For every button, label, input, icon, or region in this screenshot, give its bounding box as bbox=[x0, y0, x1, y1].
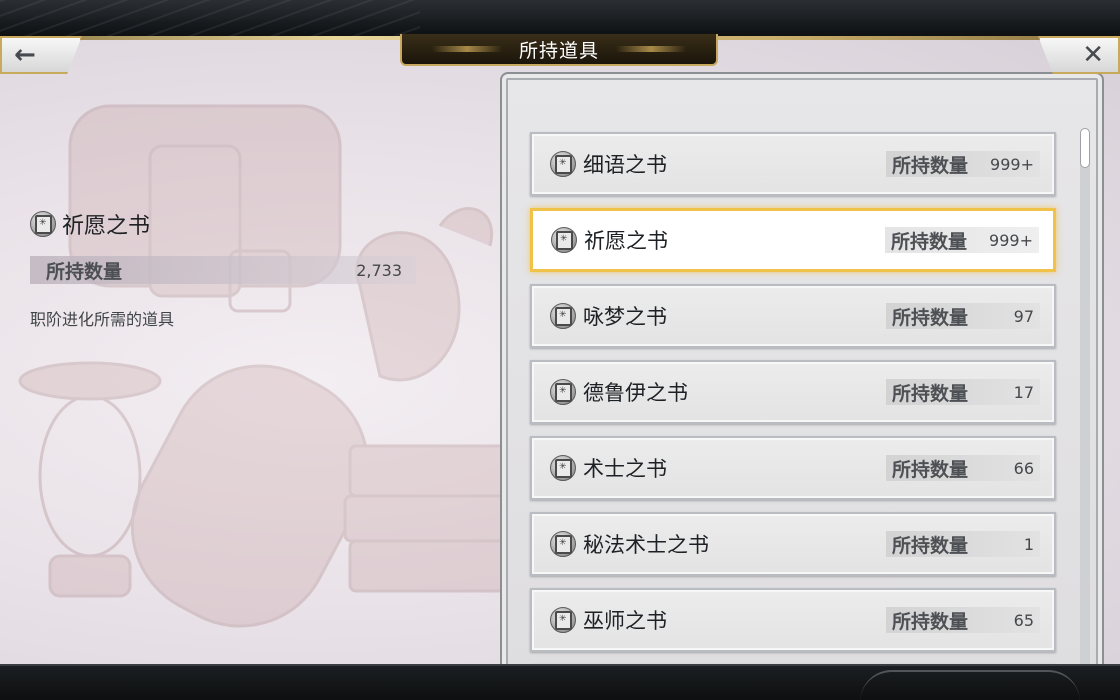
item-row[interactable]: 细语之书 所持数量 999+ bbox=[530, 132, 1056, 196]
main-stage: 祈愿之书 所持数量 2,733 职阶进化所需的道具 细语之书所持数量999+祈愿… bbox=[0, 36, 1120, 664]
detail-quantity-row: 所持数量 2,733 bbox=[30, 256, 416, 284]
item-quantity-label: 所持数量 bbox=[892, 610, 969, 633]
item-name: 术士之书 bbox=[583, 457, 667, 481]
item-name: 德鲁伊之书 bbox=[583, 381, 688, 405]
item-quantity-box: 所持数量 999+ bbox=[885, 227, 1039, 253]
item-quantity-label: 所持数量 bbox=[892, 382, 969, 405]
item-row[interactable]: 祈愿之书 所持数量 999+ bbox=[530, 208, 1056, 272]
item-quantity-label: 所持数量 bbox=[892, 306, 969, 329]
book-icon bbox=[550, 607, 576, 633]
item-quantity-box: 所持数量 999+ bbox=[886, 151, 1040, 177]
detail-header: 祈愿之书 bbox=[30, 208, 422, 240]
item-quantity-label: 所持数量 bbox=[892, 154, 969, 177]
item-name: 巫师之书 bbox=[583, 609, 667, 633]
title-plate: 所持道具 bbox=[400, 34, 718, 66]
item-quantity-value: 65 bbox=[1013, 610, 1034, 630]
item-row[interactable]: 巫师之书 所持数量 65 bbox=[530, 588, 1056, 652]
item-list: 细语之书所持数量999+祈愿之书所持数量999+咏梦之书所持数量97德鲁伊之书所… bbox=[530, 132, 1056, 664]
item-name: 细语之书 bbox=[583, 153, 667, 177]
item-detail-panel: 祈愿之书 所持数量 2,733 职阶进化所需的道具 bbox=[30, 208, 422, 330]
item-quantity-label: 所持数量 bbox=[892, 534, 969, 557]
item-quantity-box: 所持数量 66 bbox=[886, 455, 1040, 481]
item-name: 咏梦之书 bbox=[583, 305, 667, 329]
item-quantity-box: 所持数量 17 bbox=[886, 379, 1040, 405]
scrollbar-thumb[interactable] bbox=[1080, 128, 1090, 168]
item-quantity-label: 所持数量 bbox=[892, 458, 969, 481]
item-list-panel: 细语之书所持数量999+祈愿之书所持数量999+咏梦之书所持数量97德鲁伊之书所… bbox=[500, 72, 1104, 664]
item-quantity-value: 97 bbox=[1013, 306, 1034, 326]
detail-description: 职阶进化所需的道具 bbox=[30, 310, 175, 329]
list-scrollbar[interactable] bbox=[1080, 128, 1090, 664]
item-quantity-value: 66 bbox=[1013, 458, 1034, 478]
item-name: 秘法术士之书 bbox=[583, 533, 709, 557]
detail-quantity-value: 2,733 bbox=[356, 260, 402, 280]
book-icon bbox=[550, 303, 576, 329]
item-row[interactable]: 咏梦之书 所持数量 97 bbox=[530, 284, 1056, 348]
book-icon bbox=[550, 531, 576, 557]
detail-quantity-label: 所持数量 bbox=[46, 260, 123, 283]
item-quantity-value: 999+ bbox=[989, 230, 1033, 250]
item-quantity-value: 17 bbox=[1013, 382, 1034, 402]
item-row[interactable]: 秘法术士之书 所持数量 1 bbox=[530, 512, 1056, 576]
book-icon bbox=[30, 211, 56, 237]
detail-item-name: 祈愿之书 bbox=[62, 214, 151, 239]
item-quantity-value: 1 bbox=[1023, 534, 1034, 554]
bottom-bar bbox=[0, 664, 1120, 700]
back-arrow-icon: ← bbox=[14, 40, 36, 70]
top-bar bbox=[0, 0, 1120, 36]
item-quantity-box: 所持数量 65 bbox=[886, 607, 1040, 633]
book-icon bbox=[551, 227, 577, 253]
item-row[interactable]: 德鲁伊之书 所持数量 17 bbox=[530, 360, 1056, 424]
item-quantity-box: 所持数量 97 bbox=[886, 303, 1040, 329]
item-row[interactable]: 术士之书 所持数量 66 bbox=[530, 436, 1056, 500]
close-icon: ✕ bbox=[1082, 40, 1104, 70]
book-icon bbox=[550, 455, 576, 481]
book-icon bbox=[550, 379, 576, 405]
page-title: 所持道具 bbox=[518, 39, 599, 62]
item-quantity-label: 所持数量 bbox=[891, 230, 968, 253]
item-name: 祈愿之书 bbox=[584, 229, 668, 253]
item-quantity-value: 999+ bbox=[990, 154, 1034, 174]
book-icon bbox=[550, 151, 576, 177]
item-quantity-box: 所持数量 1 bbox=[886, 531, 1040, 557]
